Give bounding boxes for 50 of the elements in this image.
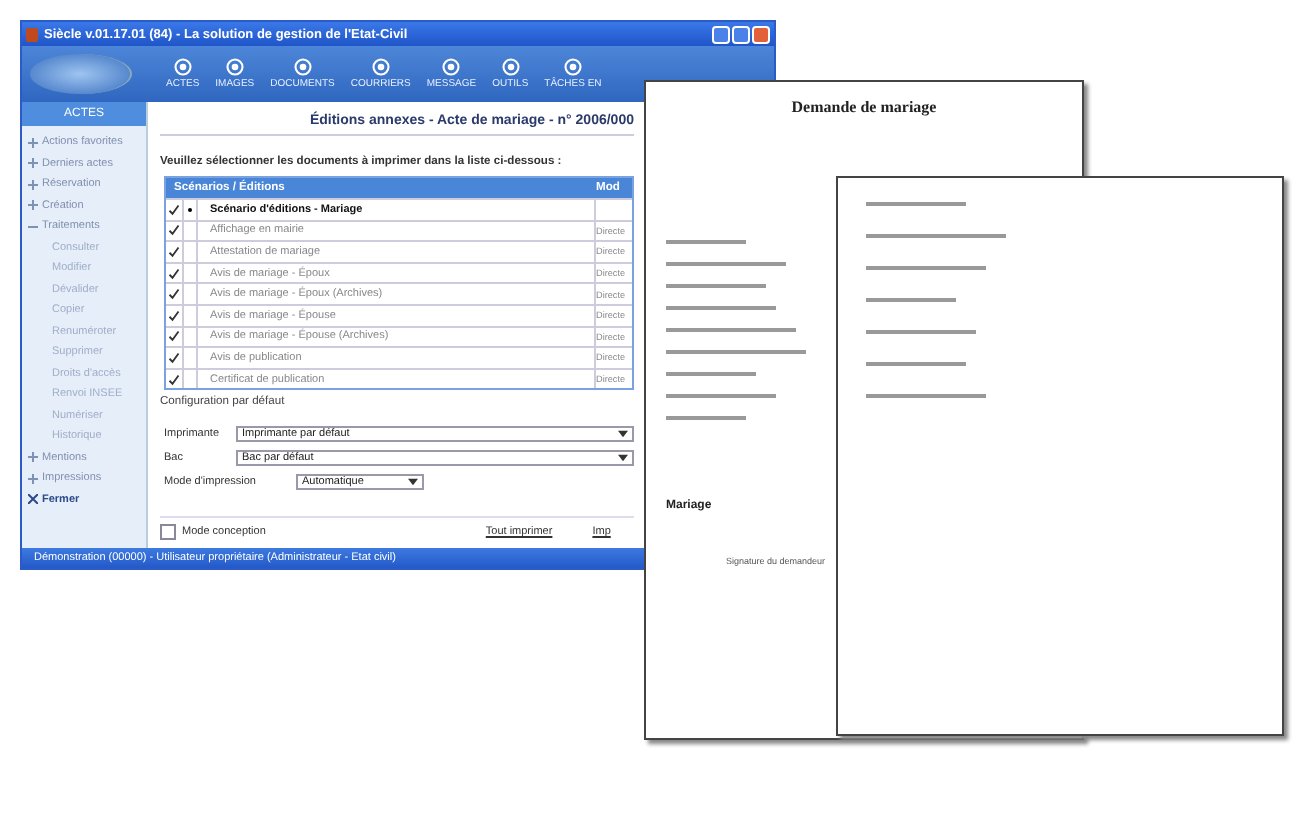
round-icon bbox=[563, 58, 582, 76]
text-line-drawing bbox=[666, 416, 746, 420]
close-button[interactable] bbox=[752, 25, 770, 43]
plus-icon bbox=[28, 137, 38, 148]
plus-icon bbox=[28, 452, 38, 463]
logo-icon bbox=[30, 54, 132, 94]
checkbox[interactable] bbox=[166, 242, 184, 262]
plus-icon bbox=[28, 179, 38, 190]
minimize-button[interactable] bbox=[712, 25, 730, 43]
checkbox[interactable] bbox=[166, 221, 184, 241]
text-line-drawing bbox=[666, 350, 806, 354]
text-line-drawing bbox=[666, 328, 796, 332]
round-icon bbox=[442, 58, 461, 76]
text-line-drawing bbox=[866, 330, 976, 334]
checkbox[interactable] bbox=[166, 369, 184, 389]
plus-icon bbox=[28, 473, 38, 484]
checkbox[interactable] bbox=[166, 263, 184, 283]
text-line-drawing bbox=[866, 394, 986, 398]
checkbox[interactable] bbox=[166, 348, 184, 368]
text-line-drawing bbox=[866, 234, 1006, 238]
close-icon bbox=[28, 494, 38, 505]
checkbox[interactable] bbox=[166, 305, 184, 326]
text-line-drawing bbox=[666, 372, 756, 376]
text-line-drawing bbox=[666, 262, 786, 266]
round-icon bbox=[501, 58, 520, 76]
caret-icon bbox=[618, 454, 628, 463]
round-icon bbox=[371, 58, 390, 76]
minus-icon bbox=[28, 221, 38, 232]
plus-icon bbox=[28, 158, 38, 169]
text-line-drawing bbox=[866, 362, 966, 366]
caret-icon bbox=[408, 478, 418, 487]
plus-icon bbox=[28, 200, 38, 211]
app-icon bbox=[26, 27, 38, 41]
maximize-button[interactable] bbox=[732, 25, 750, 43]
text-line-drawing bbox=[666, 394, 776, 398]
round-icon bbox=[173, 58, 192, 76]
text-line-drawing bbox=[666, 306, 776, 310]
round-icon bbox=[293, 58, 312, 76]
checkbox[interactable] bbox=[166, 200, 184, 220]
text-line-drawing bbox=[866, 266, 986, 270]
text-line-drawing bbox=[866, 298, 956, 302]
text-line-drawing bbox=[666, 284, 766, 288]
checkbox[interactable] bbox=[160, 524, 176, 540]
text-line-drawing bbox=[866, 202, 966, 206]
checkbox[interactable] bbox=[166, 284, 184, 304]
checkbox[interactable] bbox=[166, 327, 184, 347]
text-line-drawing bbox=[666, 240, 746, 244]
caret-icon bbox=[618, 430, 628, 439]
round-icon bbox=[225, 58, 244, 76]
document-title: Demande de mariage bbox=[789, 96, 939, 116]
